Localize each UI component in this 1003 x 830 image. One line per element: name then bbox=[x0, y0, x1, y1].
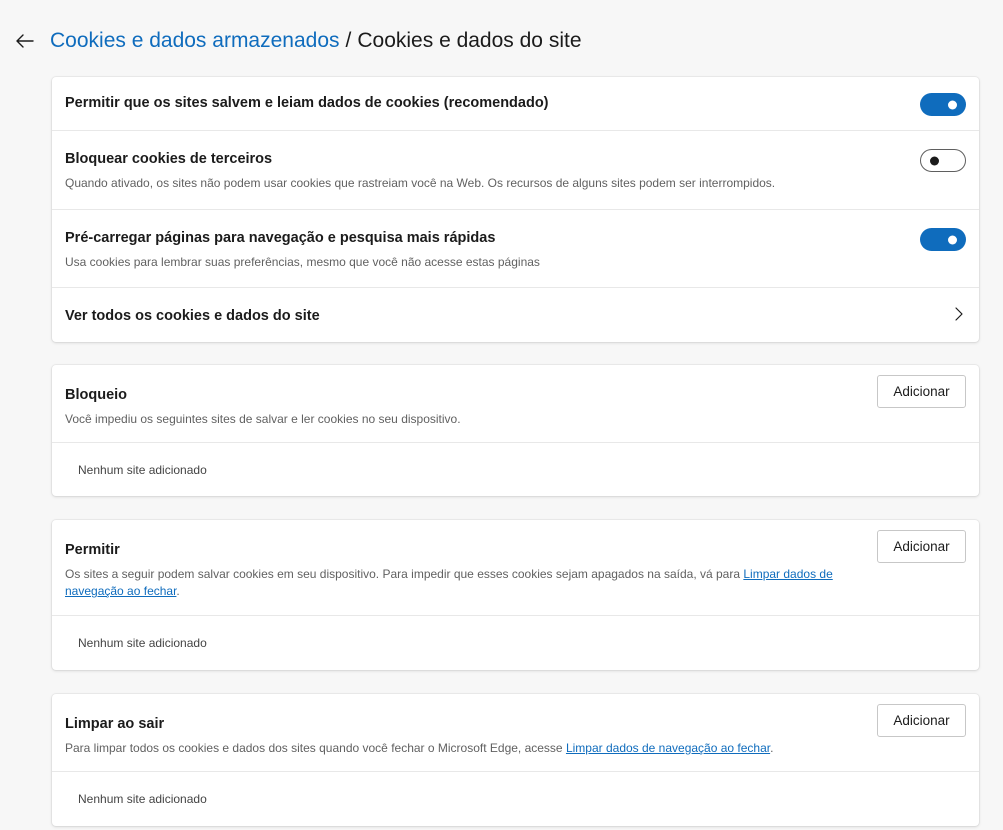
clear-section-card: Limpar ao sair Para limpar todos os cook… bbox=[52, 694, 979, 826]
block-section-description: Você impediu os seguintes sites de salva… bbox=[65, 412, 461, 426]
clear-section-description: Para limpar todos os cookies e dados dos… bbox=[65, 740, 773, 757]
block-section-header: Bloqueio Você impediu os seguintes sites… bbox=[52, 365, 979, 443]
back-arrow-icon[interactable] bbox=[14, 30, 36, 52]
preload-description: Usa cookies para lembrar suas preferênci… bbox=[65, 255, 540, 269]
allow-cookies-label: Permitir que os sites salvem e leiam dad… bbox=[65, 95, 549, 111]
block-section-title: Bloqueio bbox=[65, 387, 128, 403]
allow-empty-text: Nenhum site adicionado bbox=[78, 636, 207, 650]
preload-toggle[interactable] bbox=[920, 228, 966, 251]
clear-empty-text: Nenhum site adicionado bbox=[78, 792, 207, 806]
allow-section-description: Os sites a seguir podem salvar cookies e… bbox=[65, 566, 865, 600]
block-third-party-toggle[interactable] bbox=[920, 149, 966, 172]
breadcrumb-separator: / bbox=[345, 29, 352, 52]
see-all-cookies-label: Ver todos os cookies e dados do site bbox=[65, 308, 320, 324]
toggle-knob bbox=[948, 235, 957, 244]
allow-cookies-toggle[interactable] bbox=[920, 93, 966, 116]
preload-label: Pré-carregar páginas para navegação e pe… bbox=[65, 230, 496, 246]
page-title: Cookies e dados do site bbox=[357, 29, 582, 52]
block-empty-row: Nenhum site adicionado bbox=[52, 443, 979, 495]
block-add-button[interactable]: Adicionar bbox=[877, 375, 966, 408]
allow-cookies-row: Permitir que os sites salvem e leiam dad… bbox=[52, 77, 979, 131]
clear-section-header: Limpar ao sair Para limpar todos os cook… bbox=[52, 694, 979, 772]
block-third-party-description: Quando ativado, os sites não podem usar … bbox=[65, 176, 776, 190]
toggle-knob bbox=[948, 100, 957, 109]
allow-section-title: Permitir bbox=[65, 542, 120, 558]
allow-add-button[interactable]: Adicionar bbox=[877, 530, 966, 563]
allow-description-end: . bbox=[176, 584, 180, 598]
allow-section-header: Permitir Os sites a seguir podem salvar … bbox=[52, 520, 979, 616]
clear-empty-row: Nenhum site adicionado bbox=[52, 772, 979, 825]
clear-add-button[interactable]: Adicionar bbox=[877, 704, 966, 737]
chevron-right-icon bbox=[955, 307, 963, 326]
breadcrumb-parent-link[interactable]: Cookies e dados armazenados bbox=[50, 29, 340, 53]
see-all-cookies-row[interactable]: Ver todos os cookies e dados do site bbox=[52, 288, 979, 342]
clear-on-close-link[interactable]: Limpar dados de navegação ao fechar bbox=[566, 741, 770, 755]
allow-section-card: Permitir Os sites a seguir podem salvar … bbox=[52, 520, 979, 670]
allow-empty-row: Nenhum site adicionado bbox=[52, 616, 979, 669]
toggle-knob bbox=[930, 156, 939, 165]
clear-section-title: Limpar ao sair bbox=[65, 716, 165, 732]
allow-description-text: Os sites a seguir podem salvar cookies e… bbox=[65, 567, 744, 581]
cookie-settings-card: Permitir que os sites salvem e leiam dad… bbox=[52, 77, 979, 342]
breadcrumb: Cookies e dados armazenados / Cookies e … bbox=[14, 26, 582, 56]
block-third-party-row: Bloquear cookies de terceiros Quando ati… bbox=[52, 131, 979, 210]
preload-row: Pré-carregar páginas para navegação e pe… bbox=[52, 210, 979, 288]
clear-description-text: Para limpar todos os cookies e dados dos… bbox=[65, 741, 566, 755]
block-section-card: Bloqueio Você impediu os seguintes sites… bbox=[52, 365, 979, 496]
settings-page: Cookies e dados armazenados / Cookies e … bbox=[0, 0, 1003, 830]
block-third-party-label: Bloquear cookies de terceiros bbox=[65, 151, 273, 167]
block-empty-text: Nenhum site adicionado bbox=[78, 463, 207, 477]
clear-description-end: . bbox=[770, 741, 774, 755]
